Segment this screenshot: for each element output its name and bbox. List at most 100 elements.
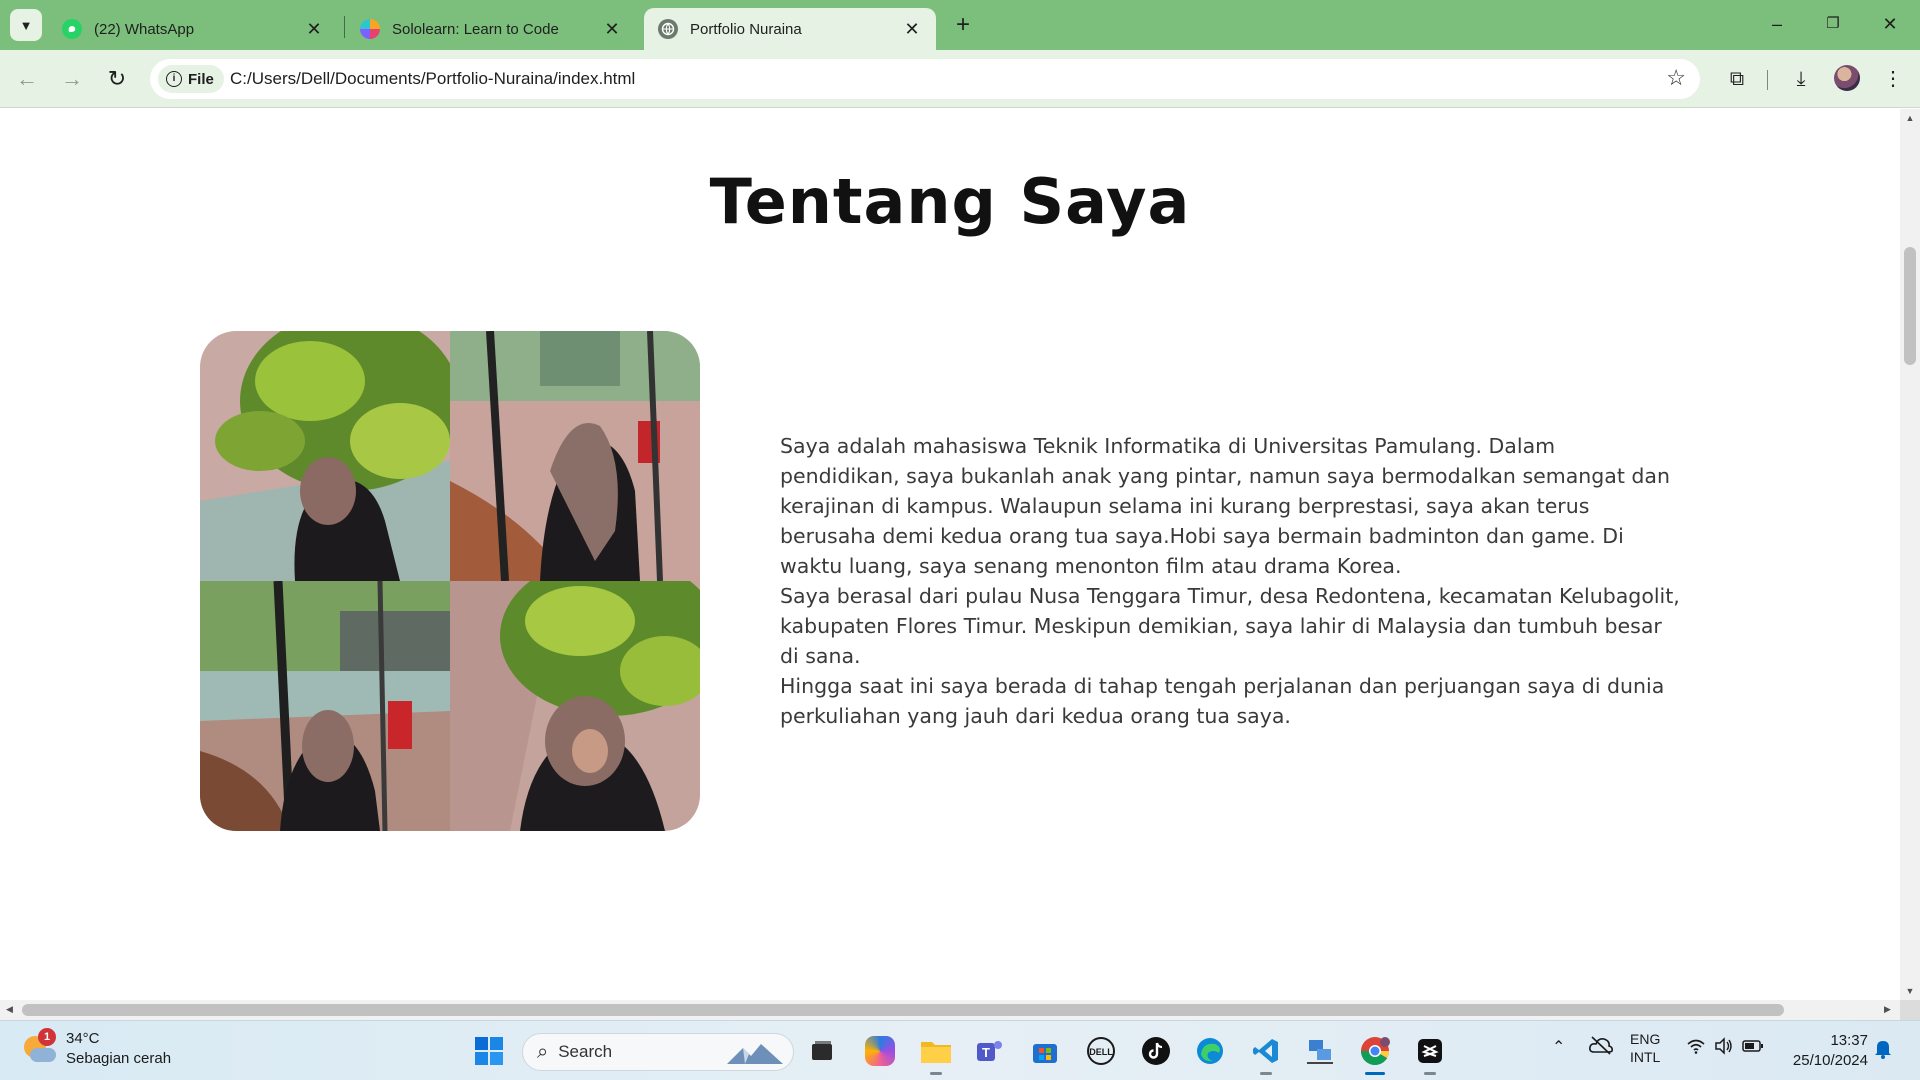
vscode-icon [1253, 1039, 1278, 1063]
bookmark-star-icon[interactable]: ☆ [1666, 65, 1686, 91]
store-button[interactable] [1025, 1031, 1065, 1071]
show-hidden-icons-button[interactable]: ⌃ [1552, 1037, 1565, 1057]
file-explorer-button[interactable] [916, 1031, 956, 1075]
network-app-button[interactable] [1300, 1031, 1340, 1071]
copilot-button[interactable] [860, 1031, 900, 1071]
search-icon: ⌕ [537, 1040, 549, 1063]
tiktok-icon [1142, 1037, 1170, 1065]
cloud-off-icon [1589, 1036, 1613, 1055]
weather-icon: 1 [22, 1028, 56, 1066]
tab-strip: ▼ (22) WhatsApp ✕ Sololearn: Learn to Co… [0, 0, 1920, 50]
about-text: Saya adalah mahasiswa Teknik Informatika… [780, 431, 1680, 731]
horizontal-scroll-thumb[interactable] [22, 1004, 1784, 1016]
close-icon[interactable]: ✕ [602, 19, 622, 40]
tab-portfolio[interactable]: Portfolio Nuraina ✕ [644, 8, 936, 50]
menu-button[interactable]: ⋮ [1878, 64, 1908, 94]
clock[interactable]: 13:37 25/10/2024 [1788, 1031, 1868, 1071]
svg-text:DELL: DELL [1089, 1047, 1113, 1057]
copilot-icon [865, 1036, 895, 1066]
onedrive-button[interactable] [1588, 1035, 1614, 1058]
chevron-down-icon: ▼ [19, 17, 33, 33]
network-app-icon [1307, 1040, 1333, 1064]
tiktok-button[interactable] [1136, 1031, 1176, 1071]
horizontal-scrollbar[interactable]: ◀ ▶ [0, 1000, 1900, 1020]
about-paragraph-2: Saya berasal dari pulau Nusa Tenggara Ti… [780, 584, 1680, 668]
capcut-button[interactable] [1410, 1031, 1450, 1075]
tab-search-button[interactable]: ▼ [10, 9, 42, 41]
windows-icon [475, 1037, 503, 1065]
search-highlight-icon [727, 1044, 783, 1064]
taskbar: 1 34°C Sebagian cerah ⌕ Search T DELL ⌃ … [0, 1020, 1920, 1080]
site-info-chip[interactable]: i File [158, 65, 224, 93]
scroll-down-icon[interactable]: ▼ [1900, 986, 1920, 996]
arrow-left-icon: ← [16, 66, 38, 91]
weather-widget[interactable]: 1 34°C Sebagian cerah [22, 1028, 172, 1069]
url-text[interactable]: C:/Users/Dell/Documents/Portfolio-Nurain… [230, 69, 635, 89]
about-paragraph-3: Hingga saat ini saya berada di tahap ten… [780, 674, 1665, 728]
browser-toolbar: ← → ↻ i File C:/Users/Dell/Documents/Por… [0, 50, 1920, 108]
scroll-right-icon[interactable]: ▶ [1884, 1004, 1891, 1015]
reload-button[interactable]: ↻ [102, 64, 132, 94]
photo-1 [200, 331, 450, 581]
new-tab-button[interactable]: + [948, 10, 978, 40]
wifi-icon [1687, 1039, 1705, 1054]
extensions-button[interactable]: ⧉ [1722, 64, 1752, 94]
section-title: Tentang Saya [709, 165, 1191, 238]
scroll-left-icon[interactable]: ◀ [6, 1004, 13, 1015]
teams-button[interactable]: T [970, 1031, 1010, 1071]
info-icon: i [166, 71, 182, 87]
task-view-button[interactable] [802, 1031, 842, 1071]
profile-avatar[interactable] [1834, 65, 1860, 91]
photo-3 [200, 581, 450, 831]
photo-collage [200, 331, 700, 831]
taskbar-search[interactable]: ⌕ Search [522, 1033, 794, 1071]
vertical-scroll-thumb[interactable] [1904, 247, 1916, 365]
puzzle-icon: ⧉ [1729, 68, 1745, 90]
battery-icon [1742, 1040, 1763, 1052]
globe-icon [658, 19, 678, 39]
tab-whatsapp[interactable]: (22) WhatsApp ✕ [48, 8, 338, 50]
keyboard-layout-label: INTL [1630, 1049, 1661, 1065]
vertical-scrollbar[interactable]: ▲ ▼ [1900, 109, 1920, 1000]
scroll-up-icon[interactable]: ▲ [1900, 113, 1920, 123]
weather-temperature: 34°C [66, 1030, 100, 1047]
chrome-button[interactable] [1355, 1031, 1395, 1075]
minimize-icon: – [1771, 14, 1782, 34]
downloads-button[interactable]: ⤓ [1786, 64, 1816, 94]
input-language-button[interactable]: ENG INTL [1630, 1030, 1660, 1066]
close-icon[interactable]: ✕ [304, 19, 324, 40]
chrome-icon [1361, 1037, 1390, 1065]
teams-icon: T [977, 1041, 1002, 1061]
notifications-button[interactable] [1874, 1039, 1892, 1062]
restore-button[interactable]: ❐ [1813, 8, 1853, 40]
download-icon: ⤓ [1796, 68, 1806, 90]
start-button[interactable] [469, 1031, 509, 1071]
quick-settings-button[interactable] [1686, 1037, 1764, 1058]
dell-app-button[interactable]: DELL [1081, 1031, 1121, 1071]
bell-icon [1875, 1041, 1891, 1059]
more-vertical-icon: ⋮ [1883, 68, 1903, 90]
vscode-button[interactable] [1246, 1031, 1286, 1075]
photo-4 [450, 581, 700, 831]
minimize-button[interactable]: – [1757, 8, 1797, 40]
task-view-icon [812, 1041, 832, 1060]
whatsapp-icon [62, 19, 82, 39]
weather-description: Sebagian cerah [66, 1050, 172, 1067]
svg-text:T: T [982, 1045, 990, 1060]
forward-button[interactable]: → [57, 64, 87, 94]
language-label: ENG [1630, 1031, 1661, 1047]
scrollbar-corner [1900, 1000, 1920, 1020]
dell-icon: DELL [1087, 1037, 1115, 1065]
back-button[interactable]: ← [12, 64, 42, 94]
address-bar[interactable]: i File C:/Users/Dell/Documents/Portfolio… [150, 59, 1700, 99]
clock-time: 13:37 [1830, 1032, 1868, 1049]
photo-2 [450, 331, 700, 581]
edge-button[interactable] [1190, 1031, 1230, 1071]
close-icon[interactable]: ✕ [902, 19, 922, 40]
chip-label: File [188, 70, 214, 88]
search-placeholder: Search [558, 1042, 613, 1061]
close-window-button[interactable]: ✕ [1870, 8, 1910, 40]
tab-title: (22) WhatsApp [94, 20, 195, 38]
tab-sololearn[interactable]: Sololearn: Learn to Code ✕ [346, 8, 636, 50]
capcut-icon [1418, 1039, 1442, 1063]
